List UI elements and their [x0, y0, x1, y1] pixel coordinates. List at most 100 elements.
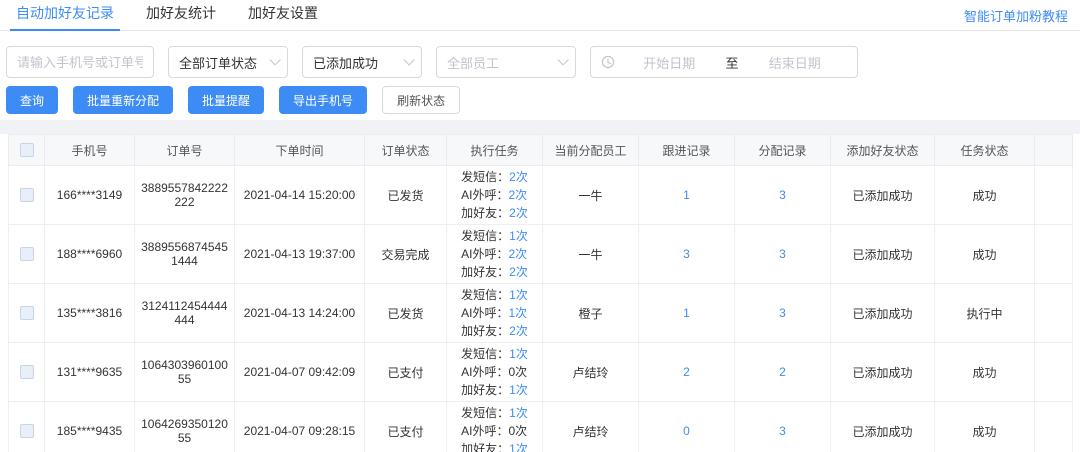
top-panel: 自动加好友记录 加好友统计 加好友设置 智能订单加粉教程 全部订单状态 已添加成…	[0, 0, 1080, 120]
follow-count-link[interactable]: 1	[683, 188, 690, 202]
phone-cell: 166****3149	[45, 166, 135, 225]
order-time-cell: 2021-04-14 15:20:00	[235, 166, 365, 225]
task-line: 发短信：1次	[461, 345, 528, 363]
follow-count-link[interactable]: 1	[683, 306, 690, 320]
order-time-cell: 2021-04-07 09:42:09	[235, 343, 365, 402]
task-count: 0次	[508, 424, 527, 438]
filter-bar: 全部订单状态 已添加成功 全部员工 开始日期 至 结束日期	[6, 46, 1080, 78]
row-checkbox[interactable]	[20, 306, 34, 320]
assign-count-link[interactable]: 2	[779, 365, 786, 379]
task-line: 发短信：1次	[461, 286, 528, 304]
order-status-cell: 已支付	[365, 402, 447, 452]
phone-cell: 188****6960	[45, 225, 135, 284]
assign-count-link[interactable]: 3	[779, 424, 786, 438]
row-checkbox[interactable]	[20, 188, 34, 202]
order-time-cell: 2021-04-07 09:28:15	[235, 402, 365, 452]
task-label: 发短信：	[461, 229, 509, 243]
task-label: 加好友：	[461, 383, 509, 397]
tab-add-friend-settings[interactable]: 加好友设置	[232, 0, 334, 30]
add-status-cell: 已添加成功	[831, 402, 935, 452]
task-count: 2次	[509, 170, 528, 184]
order-status-value: 全部订单状态	[179, 53, 257, 72]
batch-remind-button[interactable]: 批量提醒	[188, 86, 264, 114]
task-count: 2次	[508, 188, 527, 202]
task-label: 发短信：	[461, 170, 509, 184]
search-input[interactable]	[6, 46, 154, 78]
assign-count-link[interactable]: 3	[779, 247, 786, 261]
order-status-select[interactable]: 全部订单状态	[168, 46, 288, 78]
assign-count-cell: 3	[735, 402, 831, 452]
table-row: 166****314938895578422222222021-04-14 15…	[9, 166, 1073, 225]
order-no-cell: 3124112454444444	[135, 284, 235, 343]
empty-cell	[1035, 225, 1073, 284]
row-checkbox[interactable]	[20, 424, 34, 438]
tab-auto-add-friend-record[interactable]: 自动加好友记录	[0, 0, 130, 30]
table-header-row: 手机号订单号下单时间订单状态执行任务当前分配员工跟进记录分配记录添加好友状态任务…	[9, 135, 1073, 166]
clock-icon	[601, 55, 615, 69]
date-separator: 至	[722, 53, 743, 72]
task-line: 发短信：1次	[461, 404, 528, 422]
follow-count-cell: 2	[639, 343, 735, 402]
task-count: 2次	[509, 324, 528, 338]
employee-cell: 卢结玲	[543, 343, 639, 402]
empty-column-header	[1035, 135, 1073, 166]
task-count: 0次	[508, 365, 527, 379]
assign-count-link[interactable]: 3	[779, 188, 786, 202]
column-header: 添加好友状态	[831, 135, 935, 166]
table-row: 185****94351064269350120552021-04-07 09:…	[9, 402, 1073, 452]
order-status-cell: 交易完成	[365, 225, 447, 284]
query-button[interactable]: 查询	[6, 86, 58, 114]
task-label: 加好友：	[461, 265, 509, 279]
task-status-cell: 执行中	[935, 284, 1035, 343]
batch-reassign-button[interactable]: 批量重新分配	[73, 86, 173, 114]
phone-cell: 131****9635	[45, 343, 135, 402]
order-no-cell: 38895568745451444	[135, 225, 235, 284]
row-checkbox[interactable]	[20, 247, 34, 261]
date-range-picker[interactable]: 开始日期 至 结束日期	[590, 46, 858, 78]
toolbar: 查询 批量重新分配 批量提醒 导出手机号 刷新状态	[6, 86, 1080, 114]
task-status-cell: 成功	[935, 166, 1035, 225]
task-count: 2次	[508, 247, 527, 261]
checkbox-cell	[9, 166, 45, 225]
task-status-cell: 成功	[935, 343, 1035, 402]
tab-add-friend-stats[interactable]: 加好友统计	[130, 0, 232, 30]
column-header: 任务状态	[935, 135, 1035, 166]
tutorial-link[interactable]: 智能订单加粉教程	[964, 6, 1068, 25]
tasks-cell: 发短信：1次AI外呼：1次加好友：2次	[447, 284, 543, 343]
task-line: AI外呼：2次	[461, 186, 528, 204]
column-header: 分配记录	[735, 135, 831, 166]
empty-cell	[1035, 402, 1073, 452]
column-header: 手机号	[45, 135, 135, 166]
empty-cell	[1035, 343, 1073, 402]
employee-select[interactable]: 全部员工	[436, 46, 576, 78]
task-count: 1次	[509, 383, 528, 397]
task-label: 发短信：	[461, 347, 509, 361]
empty-cell	[1035, 166, 1073, 225]
assign-count-cell: 3	[735, 284, 831, 343]
assign-count-link[interactable]: 3	[779, 306, 786, 320]
order-status-cell: 已支付	[365, 343, 447, 402]
task-line: 加好友：2次	[461, 322, 528, 340]
refresh-status-button[interactable]: 刷新状态	[382, 86, 460, 114]
row-checkbox[interactable]	[20, 365, 34, 379]
employee-placeholder: 全部员工	[447, 53, 499, 72]
task-count: 1次	[509, 288, 528, 302]
order-no-cell: 3889557842222222	[135, 166, 235, 225]
select-all-checkbox[interactable]	[20, 143, 34, 157]
tab-bar: 自动加好友记录 加好友统计 加好友设置 智能订单加粉教程	[0, 0, 1080, 31]
task-count: 1次	[509, 229, 528, 243]
tasks-cell: 发短信：2次AI外呼：2次加好友：2次	[447, 166, 543, 225]
export-phone-button[interactable]: 导出手机号	[279, 86, 367, 114]
follow-count-link[interactable]: 3	[683, 247, 690, 261]
follow-count-link[interactable]: 0	[683, 424, 690, 438]
follow-count-cell: 1	[639, 166, 735, 225]
order-no-cell: 106430396010055	[135, 343, 235, 402]
task-label: 发短信：	[461, 406, 509, 420]
employee-cell: 一牛	[543, 166, 639, 225]
follow-count-link[interactable]: 2	[683, 365, 690, 379]
order-status-cell: 已发货	[365, 166, 447, 225]
add-status-select[interactable]: 已添加成功	[302, 46, 422, 78]
task-line: 加好友：1次	[461, 440, 528, 452]
assign-count-cell: 3	[735, 166, 831, 225]
task-line: AI外呼：2次	[461, 245, 528, 263]
